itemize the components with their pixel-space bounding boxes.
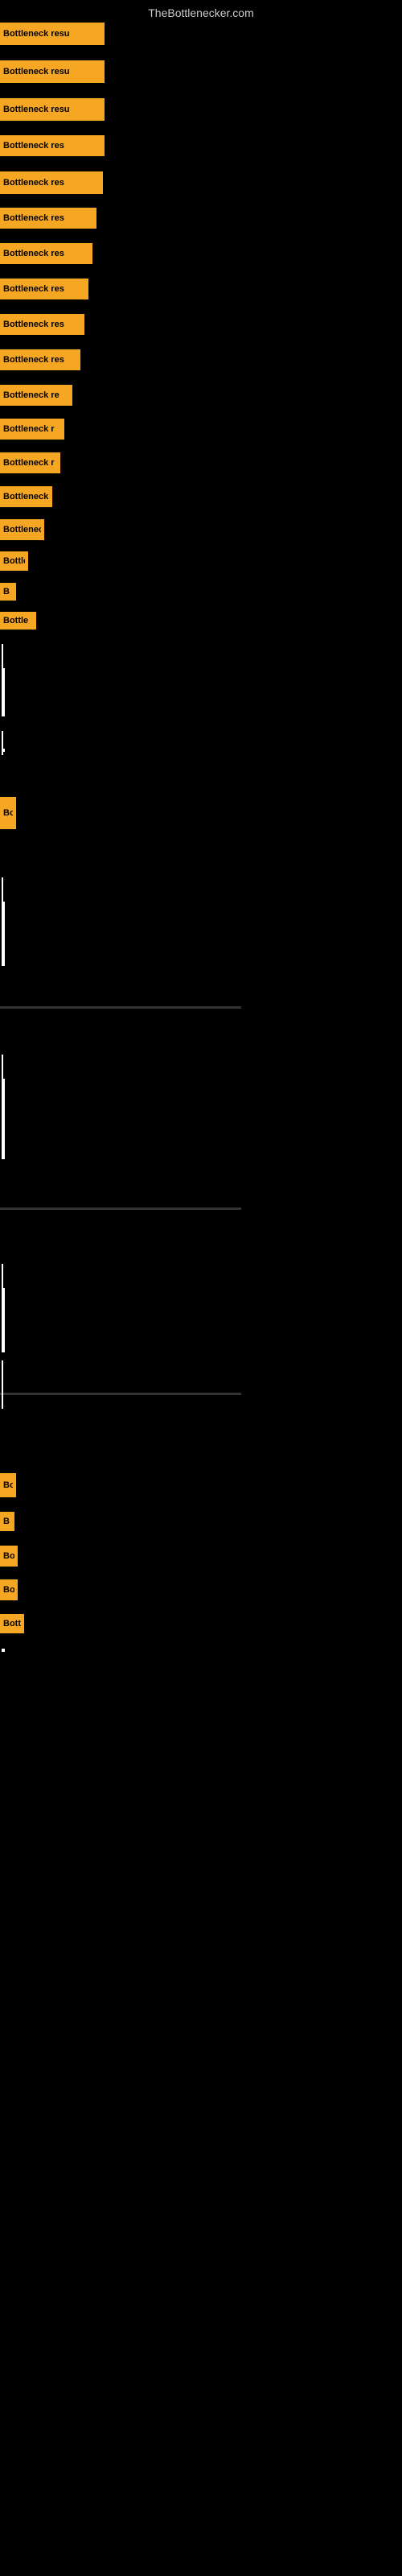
bar-label: Bottle [3, 616, 28, 625]
bottleneck-bar: Bottleneck resu [0, 23, 105, 45]
bottleneck-bar: Bottleneck res [0, 208, 96, 229]
bar-label: Bottleneck resu [3, 67, 70, 76]
vertical-line [2, 877, 3, 918]
bar-label: Bottleneck res [3, 213, 64, 223]
bar-label: Bo [3, 808, 13, 818]
bar-label: Bottleneck r [3, 492, 49, 502]
bar-label: Bottleneck res [3, 141, 64, 151]
bottleneck-bar: Bottleneck re [0, 385, 72, 406]
vertical-line [2, 1264, 3, 1304]
bar-label: B [3, 1517, 10, 1526]
bar-item [2, 1649, 5, 1652]
chart-line [0, 1208, 241, 1210]
bottleneck-bar: Bottleneck resu [0, 60, 105, 83]
bar-label: Bo [3, 1480, 13, 1490]
bar-label: B [3, 587, 10, 597]
bottleneck-bar: Bottleneck res [0, 243, 92, 264]
bottleneck-bar: Bottle [0, 612, 36, 630]
bottleneck-bar: B [0, 1512, 14, 1531]
bar-label: Bottleneck res [3, 249, 64, 258]
bottleneck-bar: Bottleneck res [0, 349, 80, 370]
bottleneck-bar: Bottleneck resu [0, 98, 105, 121]
vertical-line [2, 1360, 3, 1409]
bottleneck-bar: B [0, 583, 16, 601]
bar-label: Bottleneck resu [3, 105, 70, 114]
bottleneck-bar: Bottleneck [0, 519, 44, 540]
bar-label: Bottlen [3, 556, 25, 566]
chart-line [0, 1006, 241, 1009]
bar-label: Bott [3, 1619, 21, 1629]
bar-label: Bottleneck res [3, 178, 64, 188]
bottleneck-bar: Bo [0, 1579, 18, 1600]
bottleneck-bar: Bo [0, 1546, 18, 1567]
vertical-line [2, 644, 3, 700]
vertical-line [2, 1055, 3, 1095]
bar-label: Bottleneck res [3, 284, 64, 294]
bottleneck-bar: Bottleneck res [0, 279, 88, 299]
bar-label: Bottleneck res [3, 355, 64, 365]
bottleneck-bar: Bottleneck res [0, 171, 103, 194]
bar-label: Bottleneck res [3, 320, 64, 329]
bar-label: Bottleneck resu [3, 29, 70, 39]
bar-label: Bottleneck re [3, 390, 59, 400]
bar-label: Bo [3, 1585, 14, 1595]
chart-line [0, 1393, 241, 1395]
bottleneck-bar: Bottleneck res [0, 314, 84, 335]
bottleneck-bar: Bo [0, 797, 16, 829]
bottleneck-bar: Bottlen [0, 551, 28, 571]
bottleneck-bar: Bott [0, 1614, 24, 1633]
bar-label: Bottleneck [3, 525, 41, 535]
bottleneck-bar: Bottleneck res [0, 135, 105, 156]
bar-label: Bottleneck r [3, 424, 55, 434]
bar-label: Bottleneck r [3, 458, 55, 468]
bottleneck-bar: Bottleneck r [0, 419, 64, 440]
bar-label: Bo [3, 1551, 14, 1561]
bottleneck-bar: Bottleneck r [0, 486, 52, 507]
bottleneck-bar: Bo [0, 1473, 16, 1497]
bottleneck-bar: Bottleneck r [0, 452, 60, 473]
vertical-line [2, 731, 3, 755]
